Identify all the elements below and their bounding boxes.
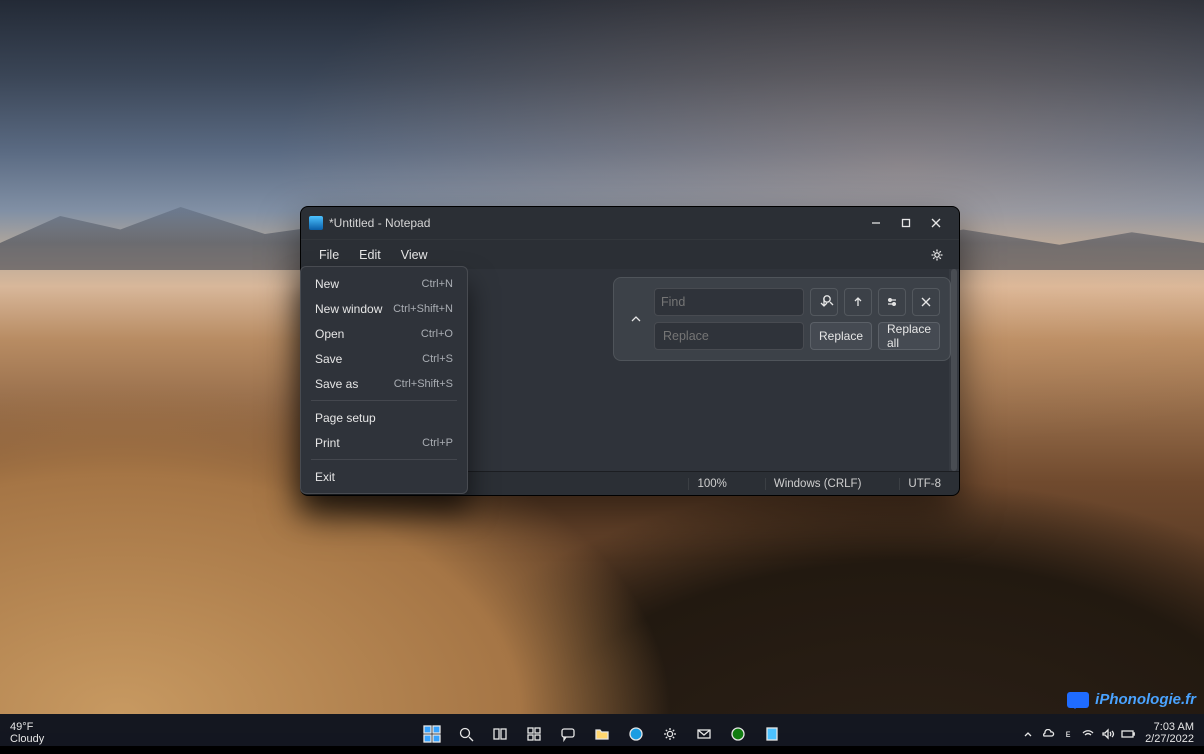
tray-volume-icon[interactable]	[1101, 727, 1115, 741]
menu-item-label: Page setup	[315, 411, 376, 425]
status-zoom[interactable]: 100%	[688, 478, 734, 490]
menu-item-label: New	[315, 277, 339, 291]
menu-bar: File Edit View	[301, 239, 959, 269]
taskbar-date: 2/27/2022	[1145, 734, 1194, 746]
menu-separator	[311, 400, 457, 401]
weather-widget[interactable]: 49°F Cloudy	[10, 722, 44, 745]
find-field-wrap	[654, 288, 804, 316]
menu-item-save[interactable]: Save Ctrl+S	[305, 346, 463, 371]
notepad-icon	[764, 726, 780, 742]
replace-field-wrap	[654, 322, 804, 350]
status-encoding[interactable]: UTF-8	[899, 478, 949, 490]
menu-item-shortcut: Ctrl+O	[421, 328, 453, 340]
taskbar-settings[interactable]	[656, 720, 684, 748]
menu-item-label: Open	[315, 327, 344, 341]
find-close-button[interactable]	[912, 288, 940, 316]
arrow-up-icon	[852, 296, 864, 308]
widgets-icon	[526, 726, 542, 742]
mail-icon	[696, 726, 712, 742]
tray-language-icon[interactable]: ᴇ	[1061, 727, 1075, 741]
taskview-icon	[492, 726, 508, 742]
status-line-ending[interactable]: Windows (CRLF)	[765, 478, 870, 490]
menu-item-label: New window	[315, 302, 382, 316]
taskbar-edge[interactable]	[622, 720, 650, 748]
tray-chevron-icon[interactable]	[1021, 727, 1035, 741]
taskbar-explorer[interactable]	[588, 720, 616, 748]
taskbar-clock[interactable]: 7:03 AM 2/27/2022	[1145, 722, 1194, 745]
find-options-button[interactable]	[878, 288, 906, 316]
menu-edit[interactable]: Edit	[349, 244, 391, 266]
taskbar-widgets[interactable]	[520, 720, 548, 748]
menu-item-shortcut: Ctrl+Shift+N	[393, 303, 453, 315]
window-title: *Untitled - Notepad	[329, 216, 430, 230]
notepad-app-icon	[309, 216, 323, 230]
edge-icon	[628, 726, 644, 742]
menu-item-shortcut: Ctrl+S	[422, 353, 453, 365]
taskbar-xbox[interactable]	[724, 720, 752, 748]
find-input[interactable]	[661, 295, 822, 309]
menu-item-page-setup[interactable]: Page setup	[305, 405, 463, 430]
tray-battery-icon[interactable]	[1121, 727, 1135, 741]
menu-file[interactable]: File	[309, 244, 349, 266]
folder-icon	[594, 726, 610, 742]
menu-item-save-as[interactable]: Save as Ctrl+Shift+S	[305, 371, 463, 396]
taskbar-taskview[interactable]	[486, 720, 514, 748]
menu-item-exit[interactable]: Exit	[305, 464, 463, 489]
file-menu-dropdown: New Ctrl+N New window Ctrl+Shift+N Open …	[300, 266, 468, 494]
collapse-toggle[interactable]	[624, 313, 648, 325]
scrollbar[interactable]	[949, 269, 959, 471]
menu-item-label: Exit	[315, 470, 335, 484]
menu-item-print[interactable]: Print Ctrl+P	[305, 430, 463, 455]
menu-item-shortcut: Ctrl+N	[422, 278, 453, 290]
replace-input[interactable]	[654, 322, 804, 350]
tray-wifi-icon[interactable]	[1081, 727, 1095, 741]
menu-item-label: Save	[315, 352, 342, 366]
chat-icon	[560, 726, 576, 742]
find-next-button[interactable]	[810, 288, 838, 316]
taskbar-tray: ᴇ 7:03 AM 2/27/2022	[1021, 722, 1194, 745]
watermark-icon	[1067, 692, 1089, 708]
menu-view[interactable]: View	[391, 244, 438, 266]
gear-icon	[930, 248, 944, 262]
close-button[interactable]	[921, 209, 951, 237]
menu-item-open[interactable]: Open Ctrl+O	[305, 321, 463, 346]
replace-all-button[interactable]: Replace all	[878, 322, 940, 350]
taskbar-notepad[interactable]	[758, 720, 786, 748]
scrollbar-thumb[interactable]	[951, 269, 957, 471]
minimize-button[interactable]	[861, 209, 891, 237]
taskbar-search[interactable]	[452, 720, 480, 748]
watermark-text: iPhonologie.fr	[1095, 691, 1196, 708]
gear-icon	[662, 726, 678, 742]
menu-item-new[interactable]: New Ctrl+N	[305, 271, 463, 296]
menu-item-shortcut: Ctrl+P	[422, 437, 453, 449]
menu-item-shortcut: Ctrl+Shift+S	[394, 378, 453, 390]
tray-onedrive-icon[interactable]	[1041, 727, 1055, 741]
find-replace-panel: Replace Replace all	[613, 277, 951, 361]
taskbar-mail[interactable]	[690, 720, 718, 748]
watermark: iPhonologie.fr	[1067, 691, 1196, 708]
xbox-icon	[730, 726, 746, 742]
start-button[interactable]	[418, 720, 446, 748]
maximize-button[interactable]	[891, 209, 921, 237]
search-icon	[458, 726, 474, 742]
menu-item-label: Save as	[315, 377, 358, 391]
weather-desc: Cloudy	[10, 734, 44, 746]
chevron-up-icon	[630, 313, 642, 325]
find-prev-button[interactable]	[844, 288, 872, 316]
taskbar-center	[418, 720, 786, 748]
arrow-down-icon	[818, 296, 830, 308]
taskbar-chat[interactable]	[554, 720, 582, 748]
settings-button[interactable]	[923, 243, 951, 267]
close-icon	[920, 296, 932, 308]
menu-separator	[311, 459, 457, 460]
titlebar[interactable]: *Untitled - Notepad	[301, 207, 959, 239]
replace-button[interactable]: Replace	[810, 322, 872, 350]
windows-logo-icon	[423, 725, 441, 743]
menu-item-label: Print	[315, 436, 340, 450]
menu-item-new-window[interactable]: New window Ctrl+Shift+N	[305, 296, 463, 321]
sliders-icon	[886, 296, 898, 308]
